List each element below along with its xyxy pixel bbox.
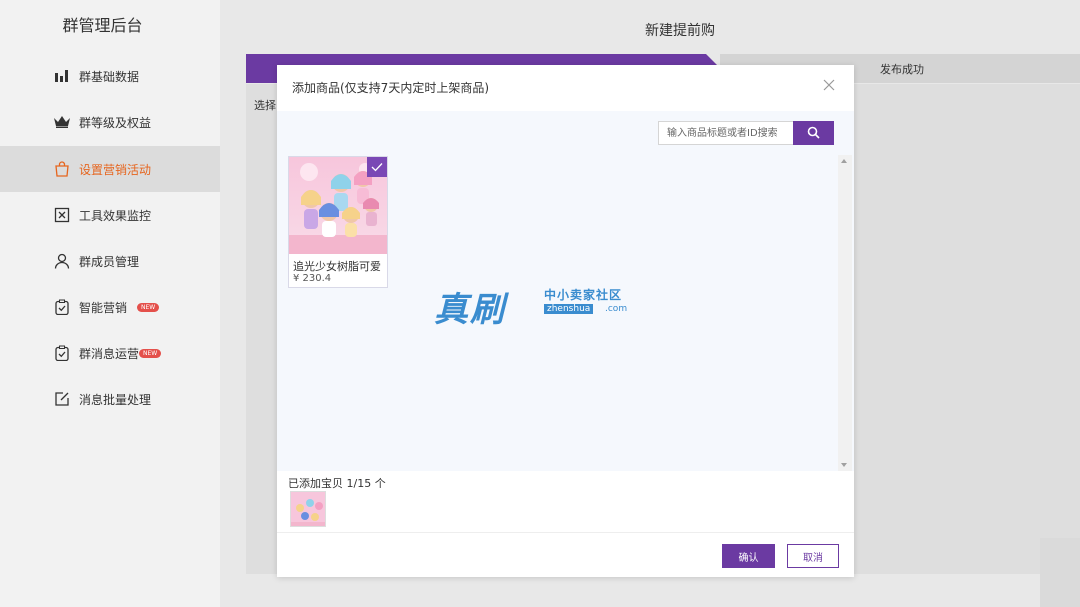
- selected-check-icon: [367, 157, 387, 177]
- footer-divider: [277, 532, 854, 533]
- product-name: 追光少女树脂可爱: [293, 260, 381, 273]
- sidebar-item-basic-data[interactable]: 群基础数据: [0, 53, 220, 99]
- crown-icon: [53, 113, 71, 131]
- sidebar-item-label: 智能营销: [79, 300, 128, 315]
- search-button[interactable]: [793, 121, 834, 145]
- sidebar: 群管理后台 群基础数据 群等级及权益 设置营销活动 工具效果监控 群成员管理 智…: [0, 0, 220, 607]
- corner-panel: [1040, 538, 1080, 607]
- sidebar-item-level-rights[interactable]: 群等级及权益: [0, 99, 220, 145]
- clipboard-check-icon: [53, 298, 71, 316]
- watermark: 真刷 中小卖家社区 zhenshua .com: [434, 282, 664, 330]
- step-label-publish-success: 发布成功: [880, 63, 924, 76]
- edit-icon: [53, 390, 71, 408]
- watermark-tagline: 中小卖家社区: [544, 288, 623, 302]
- sidebar-item-label: 群等级及权益: [79, 115, 152, 130]
- select-label: 选择: [254, 99, 276, 112]
- sidebar-item-message-ops[interactable]: 群消息运营 NEW: [0, 330, 220, 376]
- sidebar-item-batch-messages[interactable]: 消息批量处理: [0, 376, 220, 422]
- new-badge: NEW: [137, 302, 160, 312]
- scrollbar[interactable]: [838, 155, 852, 471]
- shopping-bag-icon: [53, 160, 71, 178]
- sidebar-item-label: 消息批量处理: [79, 392, 152, 407]
- watermark-domain: zhenshua: [544, 304, 594, 314]
- add-product-modal: 添加商品(仅支持7天内定时上架商品) 输入商品标题或者ID搜索 追光少女树脂可爱…: [277, 65, 854, 577]
- scroll-down-arrow-icon[interactable]: [841, 463, 847, 467]
- sidebar-item-smart-marketing[interactable]: 智能营销 NEW: [0, 284, 220, 330]
- product-list-area: 追光少女树脂可爱 ¥ 230.4 真刷 中小卖家社区 zhenshua .com: [277, 111, 854, 471]
- search-icon: [807, 124, 820, 143]
- search-input[interactable]: [658, 121, 794, 145]
- sidebar-item-marketing[interactable]: 设置营销活动: [0, 146, 220, 192]
- monitor-icon: [53, 206, 71, 224]
- modal-title: 添加商品(仅支持7天内定时上架商品): [292, 81, 489, 95]
- watermark-tld: .com: [605, 304, 628, 314]
- sidebar-item-label: 设置营销活动: [79, 162, 152, 177]
- product-price: ¥ 230.4: [293, 273, 332, 284]
- bar-chart-icon: [53, 67, 71, 85]
- watermark-brand: 真刷: [434, 290, 506, 330]
- added-count-label: 已添加宝贝 1/15 个: [288, 477, 386, 490]
- sidebar-item-monitor[interactable]: 工具效果监控: [0, 192, 220, 238]
- added-product-thumbnail[interactable]: [290, 491, 326, 527]
- new-badge: NEW: [139, 348, 162, 358]
- cancel-button[interactable]: 取消: [787, 544, 839, 568]
- sidebar-item-label: 工具效果监控: [79, 208, 152, 223]
- user-icon: [53, 252, 71, 270]
- sidebar-item-label: 群消息运营: [79, 346, 140, 361]
- confirm-button[interactable]: 确认: [722, 544, 775, 568]
- sidebar-item-members[interactable]: 群成员管理: [0, 238, 220, 284]
- sidebar-item-label: 群基础数据: [79, 69, 140, 84]
- sidebar-title: 群管理后台: [62, 16, 143, 35]
- scroll-up-arrow-icon[interactable]: [841, 159, 847, 163]
- page-title: 新建提前购: [645, 23, 715, 39]
- sidebar-item-label: 群成员管理: [79, 254, 140, 269]
- clipboard-check-icon: [53, 344, 71, 362]
- close-icon[interactable]: [822, 77, 836, 91]
- product-card[interactable]: 追光少女树脂可爱 ¥ 230.4: [288, 156, 388, 288]
